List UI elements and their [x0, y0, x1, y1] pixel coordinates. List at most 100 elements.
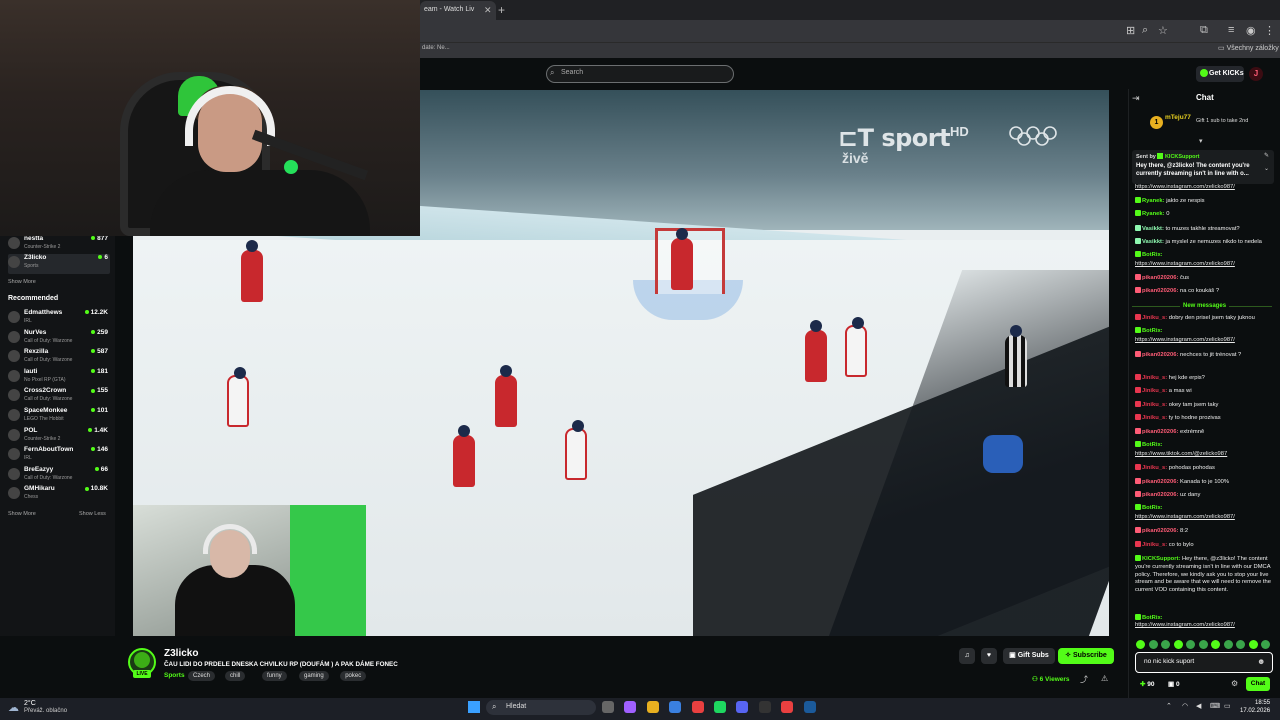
chat-message[interactable]: KICKSupport: Hey there, @z3licko! The co… [1135, 555, 1272, 595]
chat-username[interactable]: BotRix: [1142, 505, 1163, 511]
share-icon[interactable]: ⤴ [1080, 674, 1088, 685]
sidebar-channel[interactable]: Rexzilla Call of Duty: Warzone 587 [8, 348, 110, 368]
show-more-recommended[interactable]: Show More [8, 511, 36, 517]
show-less-recommended[interactable]: Show Less [79, 511, 106, 517]
emote-icon[interactable] [1223, 640, 1233, 649]
stream-tag[interactable]: pokec [340, 671, 367, 681]
chat-link[interactable]: https://www.instagram.com/zelicko987/ [1135, 514, 1235, 520]
chat-message[interactable]: Jiniku_s: co to bylo [1135, 541, 1272, 550]
gift-points[interactable]: ▣ 0 [1168, 680, 1180, 688]
sidebar-channel[interactable]: Z3licko Sports 6 [8, 254, 110, 274]
pinned-toggle-icon[interactable]: ▾ [1199, 137, 1203, 145]
emote-icon[interactable] [1161, 640, 1170, 649]
sidebar-channel[interactable]: nestta Counter-Strike 2 877 [8, 235, 110, 255]
chat-username[interactable]: Ryanek: [1142, 198, 1165, 204]
chat-message[interactable]: Vasikkt: ja myslel ze nemuzes nikdo to n… [1135, 238, 1272, 247]
emote-icon[interactable] [1236, 640, 1245, 649]
chat-username[interactable]: Jiniku_s: [1142, 465, 1167, 471]
chat-message[interactable]: https://www.instagram.com/zelicko987/ [1135, 261, 1272, 269]
emote-icon[interactable] [1186, 640, 1195, 649]
stream-tag[interactable]: funny [262, 671, 287, 681]
tray-chevron-icon[interactable]: ⌃ [1166, 702, 1172, 710]
emote-icon[interactable] [1198, 640, 1208, 649]
chat-message[interactable]: https://www.instagram.com/zelicko987/ [1135, 337, 1272, 345]
chat-username[interactable]: pikan020206: [1142, 492, 1178, 498]
copilot-icon[interactable] [624, 701, 637, 713]
chat-username[interactable]: KICKSupport: [1142, 556, 1180, 562]
volume-icon[interactable]: ◀ [1196, 702, 1201, 710]
chat-message[interactable]: Jiniku_s: okey tam jsem taky [1135, 401, 1272, 410]
chat-link[interactable]: https://www.instagram.com/zelicko987/ [1135, 261, 1235, 267]
all-bookmarks[interactable]: ▭ Všechny záložky [1218, 44, 1279, 52]
user-avatar[interactable]: J [1249, 67, 1263, 81]
chat-link[interactable]: https://www.tiktok.com/@zelicko987 [1135, 451, 1227, 457]
chat-username[interactable]: pikan020206: [1142, 288, 1178, 294]
collapse-chat-icon[interactable]: ⇥ [1132, 93, 1140, 104]
zoom-icon[interactable]: ⌕ [1142, 24, 1148, 37]
chat-username[interactable]: Jiniku_s: [1142, 388, 1167, 394]
pinned-message[interactable]: Sent by KICKSupport Hey there, @z3licko!… [1132, 150, 1274, 184]
clock[interactable]: 18:55 17.02.2026 [1240, 700, 1270, 716]
taskbar-search[interactable]: Hledat [486, 700, 596, 715]
weather-widget[interactable]: 2°C Převáž. oblačno [24, 700, 67, 716]
stream-tag[interactable]: gaming [299, 671, 329, 681]
pin-icon[interactable]: ✎ [1264, 152, 1269, 159]
chat-username[interactable]: BotRix: [1142, 442, 1163, 448]
translate-icon[interactable]: ⊞ [1126, 24, 1135, 37]
chat-message[interactable]: BotRix: [1135, 251, 1272, 260]
chat-message[interactable]: pikan020206: 8:2 [1135, 527, 1272, 536]
channel-name[interactable]: Z3licko [164, 648, 198, 659]
chat-link[interactable]: https://www.instagram.com/zelicko987/ [1135, 184, 1235, 190]
notification-bell-icon[interactable]: ♫ [959, 648, 975, 664]
show-more-following[interactable]: Show More [8, 279, 36, 285]
bookmark-star-icon[interactable]: ☆ [1158, 24, 1168, 37]
sidebar-channel[interactable]: Edmatthews IRL 12.2K [8, 309, 110, 329]
expand-icon[interactable]: ⌄ [1264, 165, 1269, 172]
sidebar-channel[interactable]: GMHikaru Chess 10.8K [8, 485, 110, 505]
address-bar[interactable] [420, 20, 1280, 42]
stream-category[interactable]: Sports [164, 672, 185, 679]
sidebar-channel[interactable]: FernAboutTown IRL 146 [8, 446, 110, 466]
chrome-icon[interactable] [781, 701, 794, 713]
search-input[interactable]: Search [546, 65, 734, 83]
chat-message[interactable]: BotRix: [1135, 504, 1272, 513]
emote-icon[interactable] [1261, 640, 1270, 649]
sidebar-channel[interactable]: BreEazyy Call of Duty: Warzone 66 [8, 466, 110, 486]
report-icon[interactable]: ⚠ [1101, 674, 1108, 683]
stream-tag[interactable]: Czech [188, 671, 216, 681]
chat-username[interactable]: Jiniku_s: [1142, 402, 1167, 408]
settings-gear-icon[interactable]: ⚙ [1231, 679, 1238, 688]
chat-username[interactable]: pikan020206: [1142, 275, 1178, 281]
chat-username[interactable]: BotRix: [1142, 252, 1163, 258]
chat-link[interactable]: https://www.instagram.com/zelicko987/ [1135, 337, 1235, 343]
chat-link[interactable]: https://www.instagram.com/zelicko987/ [1135, 622, 1235, 628]
stream-tag[interactable]: chill [225, 671, 246, 681]
chat-message[interactable]: pikan020206: nechces to jit trénovat ? [1135, 351, 1272, 360]
emoji-icon[interactable]: ☻ [1257, 657, 1265, 666]
chat-username[interactable]: Vasikkt: [1142, 226, 1164, 232]
chat-username[interactable]: BotRix: [1142, 328, 1163, 334]
follow-heart-icon[interactable]: ♥ [981, 648, 997, 664]
store-icon[interactable] [669, 701, 682, 713]
emote-icon[interactable] [1148, 640, 1158, 649]
menu-icon[interactable]: ⋮ [1264, 24, 1275, 37]
weather-icon[interactable]: ☁ [8, 701, 19, 714]
chat-username[interactable]: pikan020206: [1142, 429, 1178, 435]
chat-username[interactable]: Vasikkt: [1142, 239, 1164, 245]
sidebar-channel[interactable]: SpaceMonkee LEGO The Hobbit 101 [8, 407, 110, 427]
discord-icon[interactable] [736, 701, 749, 713]
chat-username[interactable]: Jiniku_s: [1142, 315, 1167, 321]
chat-message[interactable]: Ryanek: 0 [1135, 210, 1272, 219]
chat-username[interactable]: Ryanek: [1142, 211, 1165, 217]
sidebar-channel[interactable]: POL Counter-Strike 2 1.4K [8, 427, 110, 447]
chat-message[interactable]: Jiniku_s: dobry den prisel jsem taky juk… [1135, 314, 1272, 323]
tab-close-icon[interactable]: ✕ [484, 5, 492, 16]
sidebar-channel[interactable]: NurVes Call of Duty: Warzone 259 [8, 329, 110, 349]
task-view-icon[interactable] [602, 701, 614, 713]
chat-message[interactable]: https://www.instagram.com/zelicko987/ [1135, 622, 1272, 630]
sidebar-channel[interactable]: lauti No Pixel RP (GTA) 181 [8, 368, 110, 388]
wifi-icon[interactable]: ◠ [1182, 702, 1188, 710]
chat-username[interactable]: BotRix: [1142, 615, 1163, 621]
chat-message[interactable]: pikan020206: čus [1135, 274, 1272, 283]
keyboard-icon[interactable]: ⌨ [1210, 702, 1220, 710]
